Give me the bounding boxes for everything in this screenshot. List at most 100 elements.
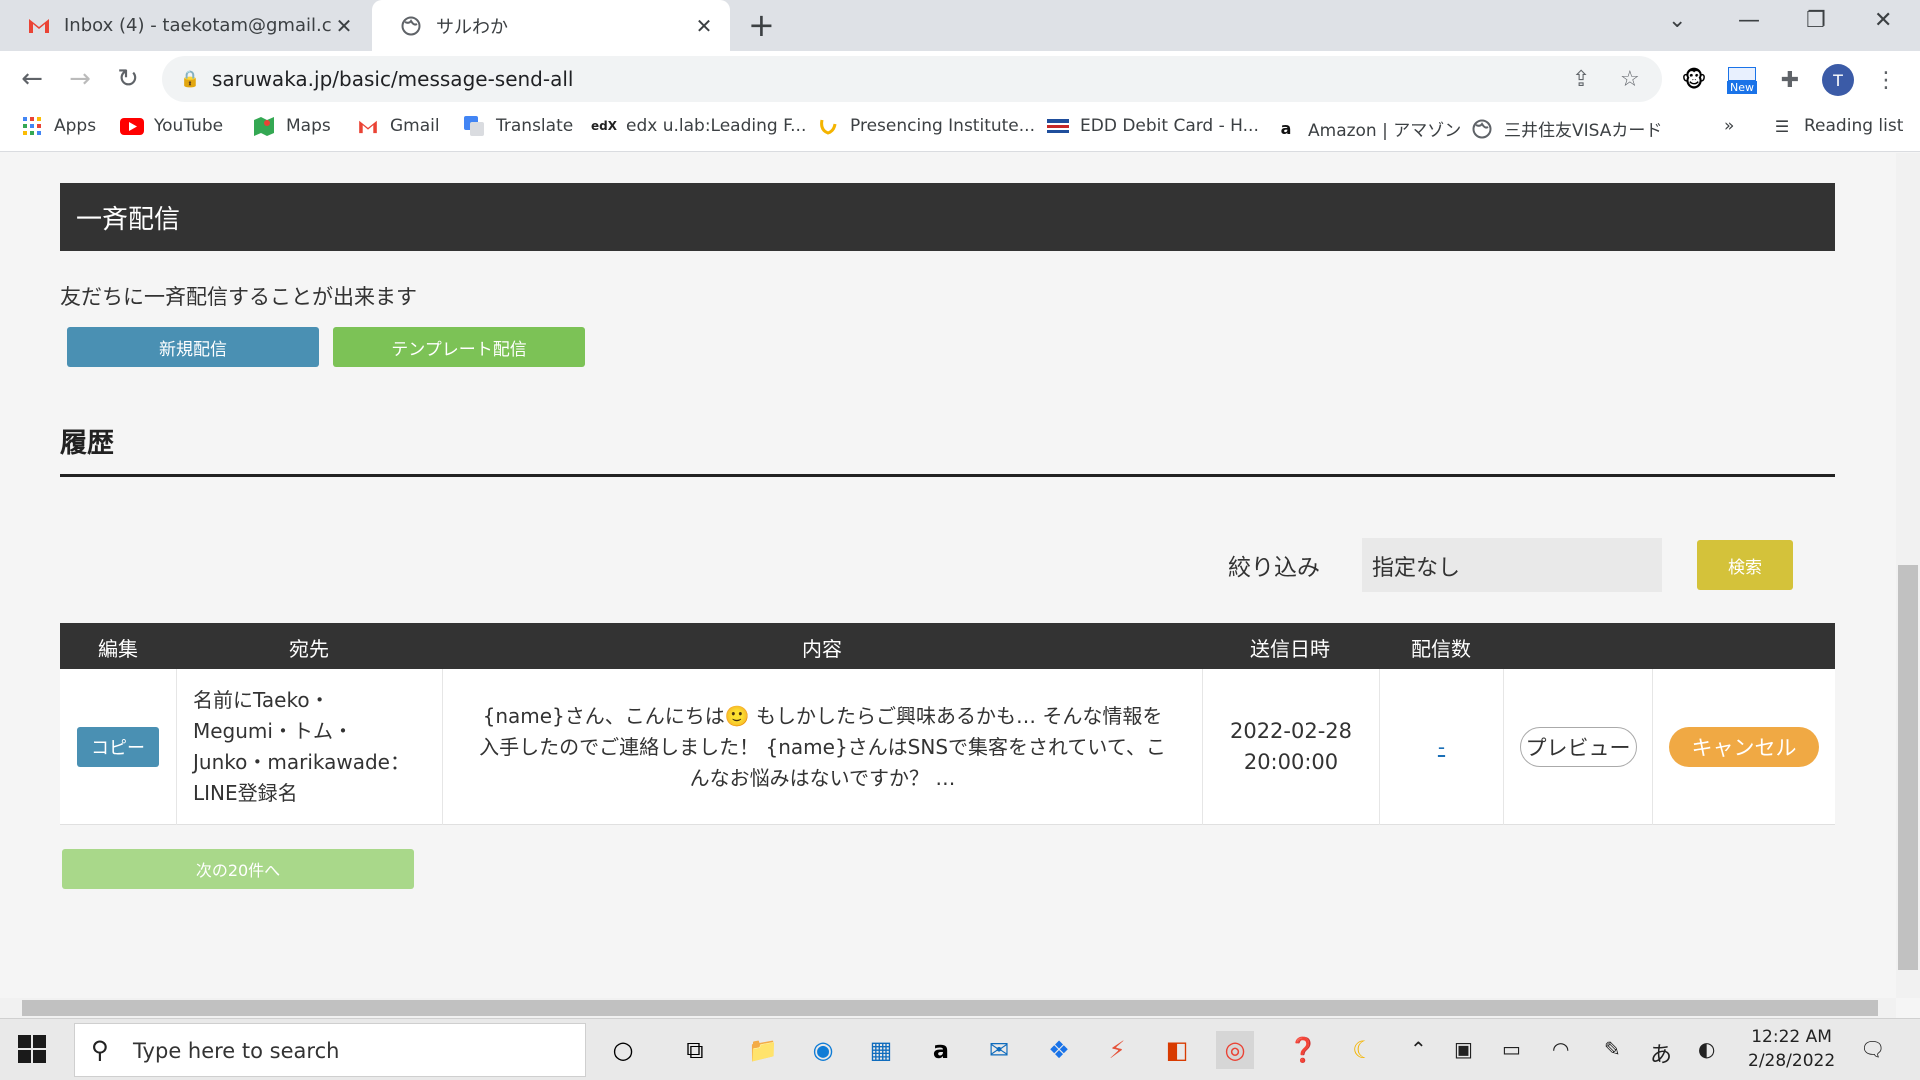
restore-icon[interactable]: ❐ <box>1806 8 1826 33</box>
edx-icon: edX <box>591 119 617 133</box>
bookmark-smbc-visa[interactable]: 三井住友VISAカード <box>1470 116 1662 141</box>
column-header-count: 配信数 <box>1411 637 1471 661</box>
amazon-icon[interactable]: a <box>922 1031 960 1069</box>
clock-date: 2/28/2022 <box>1748 1051 1836 1071</box>
bookmark-label: Apps <box>54 116 97 136</box>
tab-search-icon[interactable]: ⌄ <box>1668 8 1686 33</box>
more-bookmarks-icon[interactable]: » <box>1724 116 1734 136</box>
template-broadcast-button[interactable]: テンプレート配信 <box>333 327 585 367</box>
dropbox-icon[interactable]: ❖ <box>1040 1031 1078 1069</box>
app-red-icon[interactable]: ⚡ <box>1098 1031 1136 1069</box>
chevron-up-icon[interactable]: ⌃ <box>1410 1037 1427 1061</box>
taskbar-search-placeholder: Type here to search <box>133 1039 340 1063</box>
filter-label: 絞り込み <box>1228 555 1320 581</box>
profile-avatar[interactable]: T <box>1822 64 1854 96</box>
column-header-edit: 編集 <box>98 637 138 661</box>
lock-icon: 🔒 <box>180 69 200 88</box>
column-header-destination: 宛先 <box>289 637 329 661</box>
back-icon[interactable]: ← <box>14 61 50 97</box>
bookmark-amazon[interactable]: a Amazon | アマゾン <box>1274 116 1462 141</box>
menu-kebab-icon[interactable]: ⋮ <box>1870 64 1902 96</box>
close-icon[interactable]: ✕ <box>692 14 716 38</box>
taskbar-search[interactable]: ⚲ Type here to search <box>74 1023 586 1077</box>
extension-monkey-icon[interactable]: 🐵 <box>1678 64 1710 96</box>
horizontal-scroll-thumb[interactable] <box>22 1000 1878 1016</box>
table-header: 編集 宛先 内容 送信日時 配信数 <box>60 623 1835 669</box>
cancel-button[interactable]: キャンセル <box>1669 727 1819 767</box>
reading-list-label: Reading list <box>1804 116 1904 136</box>
store-icon[interactable]: ▦ <box>862 1031 900 1069</box>
wifi-icon[interactable]: ◠ <box>1552 1037 1569 1061</box>
vertical-scroll-thumb[interactable] <box>1898 565 1918 970</box>
reload-icon[interactable]: ↻ <box>110 61 146 97</box>
presencing-icon <box>816 116 840 136</box>
extensions-puzzle-icon[interactable]: ✚ <box>1774 64 1806 96</box>
bookmark-gmail[interactable]: Gmail <box>356 116 440 136</box>
new-broadcast-button[interactable]: 新規配信 <box>67 327 319 367</box>
next-page-button[interactable]: 次の20件へ <box>62 849 414 889</box>
bookmark-star-icon[interactable]: ☆ <box>1620 67 1640 92</box>
apps-grid-icon <box>20 116 44 136</box>
bookmark-label: Gmail <box>390 116 440 136</box>
search-button[interactable]: 検索 <box>1697 540 1793 590</box>
bookmark-presencing[interactable]: Presencing Institute... <box>816 116 1035 136</box>
reading-list-icon: ☰ <box>1774 116 1790 136</box>
tab-saruwaka[interactable]: サルわか ✕ <box>372 0 730 51</box>
bookmark-youtube[interactable]: YouTube <box>120 116 223 136</box>
ime-indicator[interactable]: あ <box>1650 1037 1672 1069</box>
close-icon[interactable]: ✕ <box>332 14 356 38</box>
mail-icon[interactable]: ✉ <box>980 1031 1018 1069</box>
notification-icon[interactable]: 🗨 <box>1860 1037 1885 1061</box>
windows-start-icon[interactable] <box>18 1035 46 1063</box>
bookmark-apps[interactable]: Apps <box>20 116 96 136</box>
new-tab-icon[interactable]: + <box>748 8 775 42</box>
share-icon[interactable]: ⇪ <box>1572 67 1590 92</box>
gmail-icon <box>356 116 380 136</box>
office-icon[interactable]: ◧ <box>1158 1031 1196 1069</box>
bookmark-maps[interactable]: Maps <box>252 116 331 136</box>
content-line: {name}さん、こんにちは🙂 もしかしたらご興味あるかも… そんな情報を <box>482 703 1163 728</box>
search-icon: ⚲ <box>91 1036 109 1064</box>
display-icon[interactable]: ▣ <box>1454 1037 1473 1061</box>
reading-list[interactable]: ☰ Reading list <box>1770 116 1904 136</box>
navigation-bar: ← → ↻ 🔒 saruwaka.jp/basic/message-send-a… <box>0 51 1920 106</box>
cortana-icon[interactable]: ○ <box>604 1031 642 1069</box>
chrome-icon[interactable]: ◎ <box>1216 1031 1254 1069</box>
battery-icon[interactable]: ▭ <box>1502 1037 1521 1061</box>
help-icon[interactable]: ❓ <box>1284 1031 1322 1069</box>
window-close-icon[interactable]: ✕ <box>1874 8 1892 33</box>
moon-icon[interactable]: ☾ <box>1344 1031 1382 1069</box>
destination-line: Megumi・トム・ <box>193 719 353 743</box>
globe-icon <box>400 15 422 37</box>
minimize-icon[interactable]: — <box>1738 8 1760 33</box>
bookmark-edd[interactable]: EDD Debit Card - H... <box>1046 116 1259 136</box>
bookmark-label: Presencing Institute... <box>850 116 1035 136</box>
file-explorer-icon[interactable]: 📁 <box>744 1031 782 1069</box>
system-clock[interactable]: 12:22 AM 2/28/2022 <box>1748 1025 1835 1073</box>
edd-icon <box>1046 116 1070 136</box>
cancel-cell: キャンセル <box>1653 669 1835 825</box>
page-content: 一斉配信 友だちに一斉配信することが出来ます 新規配信 テンプレート配信 履歴 … <box>0 153 1896 998</box>
forward-icon[interactable]: → <box>62 61 98 97</box>
tab-label: サルわか <box>436 16 508 38</box>
filter-select[interactable]: 指定なし <box>1362 538 1662 592</box>
sent-at-cell: 2022-02-28 20:00:00 <box>1203 669 1380 825</box>
clock-app-icon[interactable]: ◐ <box>1698 1037 1715 1061</box>
column-header-content: 内容 <box>802 637 842 661</box>
delivery-count-link[interactable]: - <box>1438 735 1445 759</box>
page-description: 友だちに一斉配信することが出来ます <box>60 285 417 309</box>
pen-icon[interactable]: ✎ <box>1604 1037 1621 1061</box>
address-bar[interactable]: 🔒 saruwaka.jp/basic/message-send-all ⇪ ☆ <box>162 56 1662 102</box>
copy-button[interactable]: コピー <box>77 727 159 767</box>
extension-new-icon[interactable]: New <box>1726 64 1758 96</box>
bookmark-edx[interactable]: edX edx u.lab:Leading F... <box>591 116 806 136</box>
amazon-icon: a <box>1280 119 1292 138</box>
destination-line: LINE登録名 <box>193 781 298 805</box>
bookmark-translate[interactable]: Translate <box>462 116 573 136</box>
task-view-icon[interactable]: ⧉ <box>676 1031 714 1069</box>
edge-icon[interactable]: ◉ <box>804 1031 842 1069</box>
preview-button[interactable]: プレビュー <box>1519 727 1637 767</box>
bookmark-label: EDD Debit Card - H... <box>1080 116 1259 136</box>
table-row: コピー 名前にTaeko・ Megumi・トム・ Junko・marikawad… <box>60 669 1835 825</box>
tab-gmail[interactable]: Inbox (4) - taekotam@gmail.com ✕ <box>0 0 370 51</box>
